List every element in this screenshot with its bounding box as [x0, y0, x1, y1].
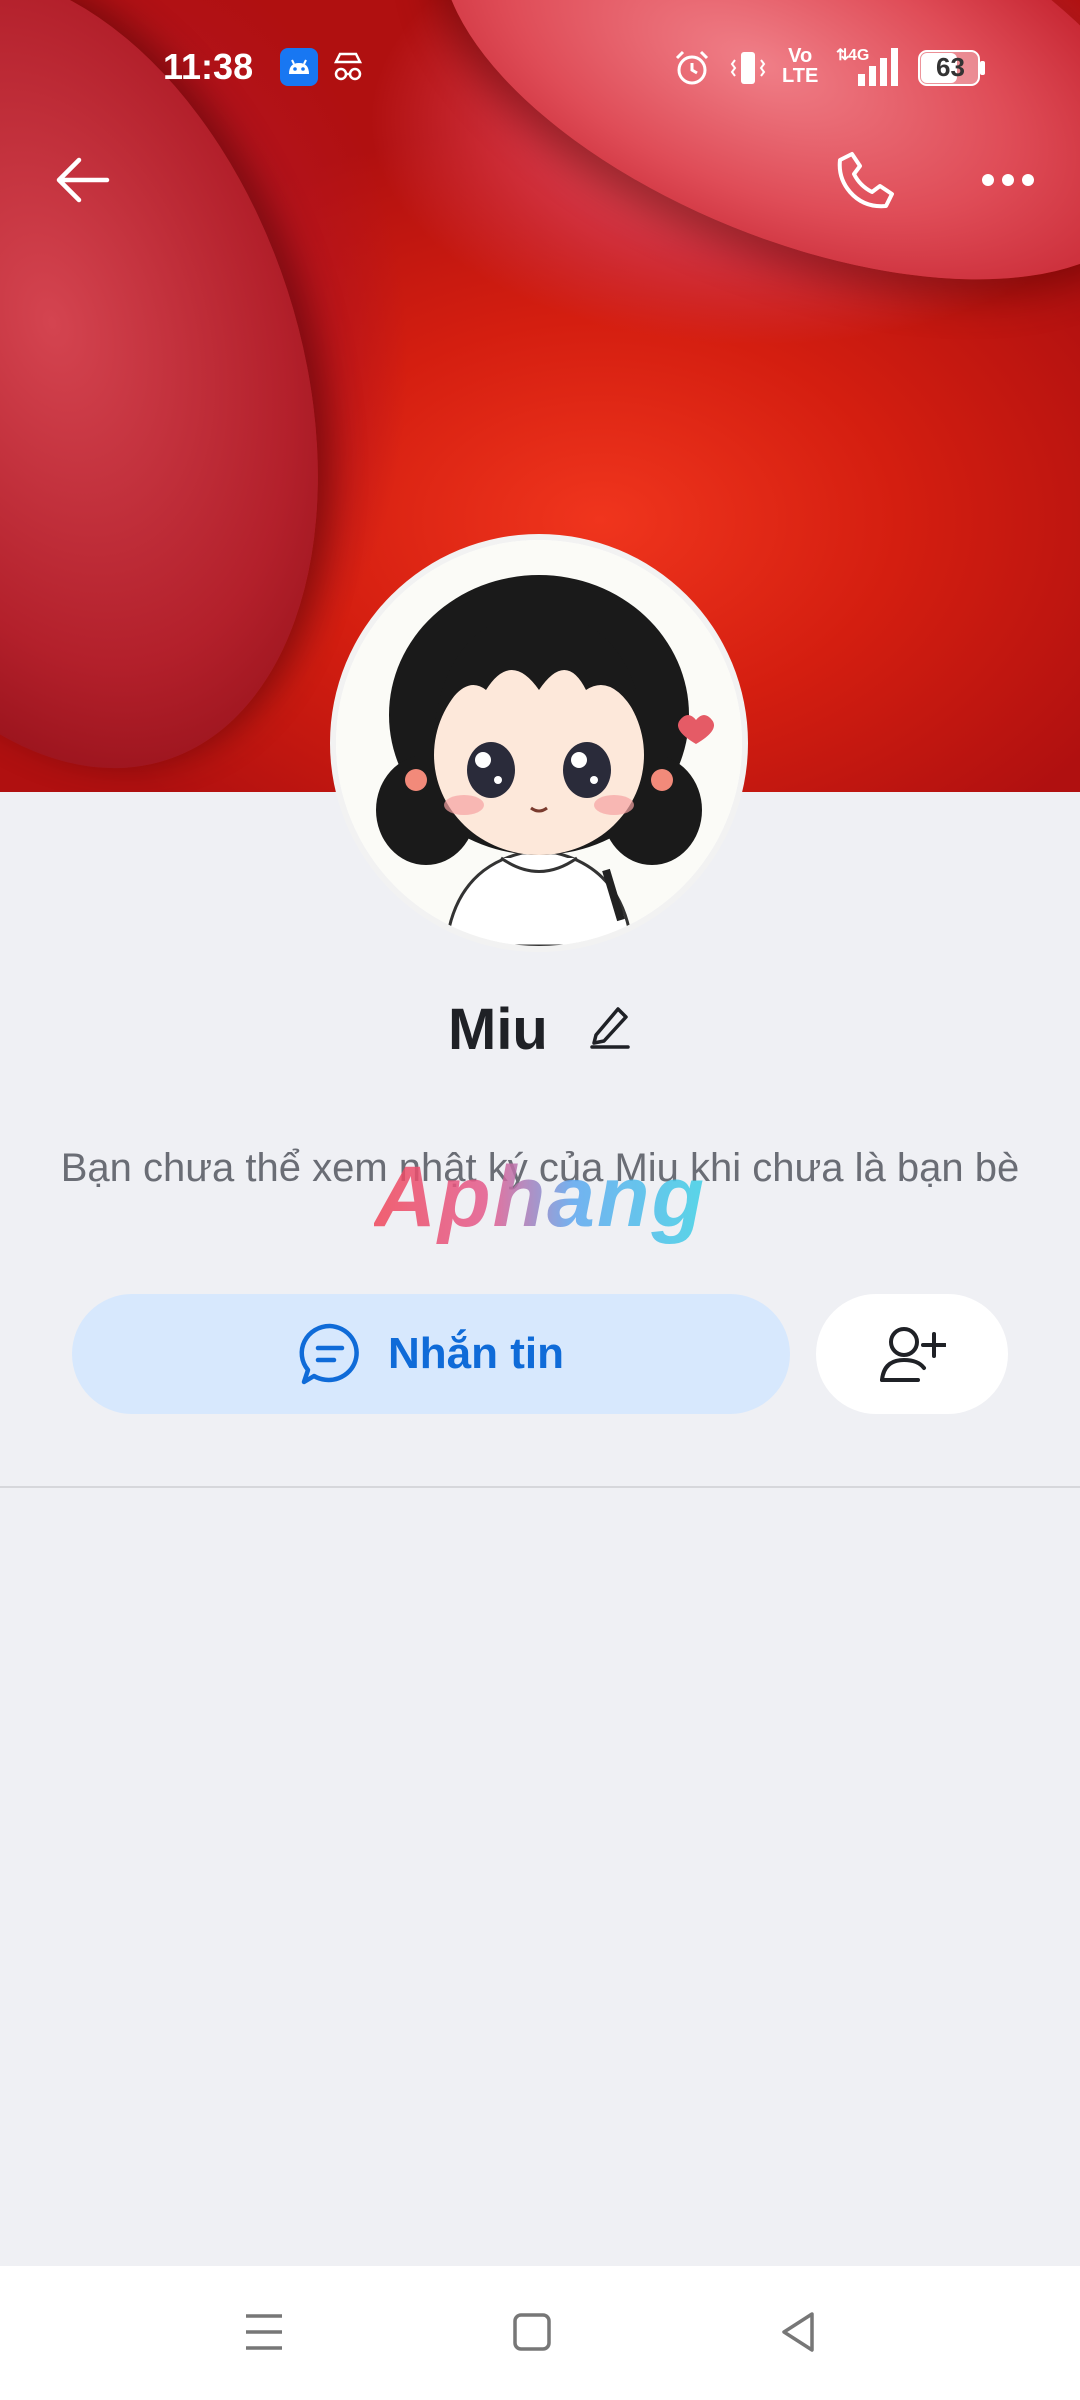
alarm-icon — [672, 48, 712, 93]
triangle-back-icon — [782, 2312, 814, 2352]
pencil-icon — [590, 1007, 630, 1049]
volte-label-lte: LTE — [782, 65, 819, 87]
home-button[interactable] — [496, 2296, 568, 2368]
status-time: 11:38 — [163, 46, 254, 87]
more-button[interactable] — [968, 140, 1048, 220]
chat-bubble-icon — [299, 1323, 359, 1385]
status-bar: 11:38 Vo LTE ⇅ 4G 63 — [0, 0, 1080, 140]
system-back-button[interactable] — [762, 2296, 834, 2368]
volte-icon: Vo LTE — [782, 46, 818, 86]
add-user-icon — [880, 1327, 946, 1382]
signal-gen-label: 4G — [848, 47, 869, 64]
avatar[interactable] — [336, 540, 742, 946]
avatar-illustration — [336, 540, 742, 946]
message-button[interactable]: Nhắn tin — [72, 1294, 790, 1414]
square-icon — [513, 2313, 551, 2351]
vibrate-icon — [730, 48, 766, 93]
more-horizontal-icon — [982, 174, 1034, 186]
system-nav-bar — [0, 2266, 1080, 2400]
add-friend-button[interactable] — [816, 1294, 1008, 1414]
call-button[interactable] — [826, 140, 906, 220]
section-divider — [0, 1486, 1080, 1488]
arrow-left-icon — [56, 157, 110, 203]
profile-name: Miu — [448, 997, 548, 1063]
android-notification-icon — [280, 48, 318, 91]
volte-label-vo: Vo — [788, 45, 813, 67]
recent-apps-button[interactable] — [228, 2296, 300, 2368]
menu-icon — [246, 2314, 282, 2350]
message-button-label: Nhắn tin — [388, 1329, 564, 1378]
incognito-icon — [332, 48, 364, 91]
phone-icon — [837, 152, 894, 209]
signal-icon: ⇅ 4G — [836, 44, 904, 93]
watermark-logo: Aphang — [374, 1149, 707, 1245]
edit-name-button[interactable] — [588, 996, 632, 1063]
battery-level: 63 — [936, 52, 965, 82]
back-button[interactable] — [42, 140, 122, 220]
profile-name-row: Miu — [0, 992, 1080, 1063]
